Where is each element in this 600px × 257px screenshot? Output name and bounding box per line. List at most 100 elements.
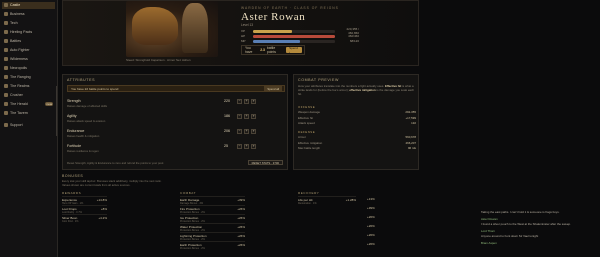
attribute-row-endurance: Endurance Raises health & mitigation 206 − +… [67, 128, 285, 141]
offense-value: 292-355 [405, 110, 416, 114]
increase-button[interactable]: + [244, 113, 249, 119]
sidebar-item-label: The Tavern [10, 111, 28, 116]
defense-value: 466,207 [405, 140, 416, 145]
sidebar-item-necropolis[interactable]: Necropolis [2, 65, 55, 73]
attribute-description: Raises damage of affected skills [67, 103, 108, 108]
sidebar-item-support[interactable]: Support [2, 121, 55, 129]
decrease-button[interactable]: − [237, 113, 242, 119]
max-button[interactable]: » [251, 143, 256, 149]
decrease-button[interactable]: − [237, 128, 242, 134]
increase-button[interactable]: + [244, 128, 249, 134]
battle-icon [4, 39, 8, 44]
hero-level: Level 13 [241, 23, 254, 27]
combat-desc-bold-2: effective mitigation [349, 87, 376, 92]
chat-author[interactable]: Aster Rowan [481, 217, 498, 221]
chat-author[interactable]: Lord Thorn [481, 229, 495, 233]
spend-all-button[interactable]: Spend all [264, 86, 282, 91]
sidebar-item-business[interactable]: Business [2, 11, 55, 19]
defense-label: Armor [298, 135, 306, 139]
defense-row: Effective mitigation 466,207 [298, 141, 416, 145]
bonus-value-extra: +26% [367, 233, 375, 237]
sidebar-scrollbar[interactable] [55, 86, 57, 136]
sidebar-item-label: Wilderness [10, 57, 28, 62]
attribute-description: Raises attack speed & evasion [67, 118, 106, 123]
sidebar-item-the-realms[interactable]: The Realms [2, 83, 55, 91]
bonus-value: +26% [237, 243, 245, 247]
hero-bar-mp: MP 68/120 [241, 39, 359, 43]
sidebar-item-wilderness[interactable]: Wilderness [2, 56, 55, 64]
realms-icon [4, 84, 8, 89]
bonus-column-head: REWARDS [62, 191, 82, 195]
sidebar-item-the-herald[interactable]: The Herald new [2, 101, 55, 109]
bonus-value-extra: +26% [367, 215, 375, 219]
bar-fill [253, 39, 300, 43]
hero-subtitle: WARDEN OF EARTH · CLASS OF REIGNS [241, 6, 339, 10]
bonus-value-extra: +39% [367, 206, 375, 210]
sidebar-item-hireling-pacts[interactable]: Hireling Pacts [2, 29, 55, 37]
max-button[interactable]: » [251, 113, 256, 119]
business-icon [4, 12, 8, 17]
sidebar-item-crusher[interactable]: Crusher [2, 92, 55, 100]
bonus-row: Loot Drops Loot Rarity · 0.7% +8% [62, 205, 107, 214]
increase-button[interactable]: + [244, 98, 249, 104]
increase-button[interactable]: + [244, 143, 249, 149]
bar-label: MP [241, 39, 246, 43]
bonuses-section: BONUSES Every stat your skill tap/rez. B… [62, 174, 419, 257]
attribute-value: 206 [224, 129, 230, 133]
max-button[interactable]: » [251, 98, 256, 104]
offense-label: Attack speed [298, 121, 315, 125]
bar-value: 68/120 [349, 39, 359, 43]
bonus-row: Life per Hit Restoration · 1% +1.28% [298, 196, 356, 205]
bonus-value: +26% [237, 225, 245, 229]
sidebar-item-label: Crusher [10, 93, 23, 98]
defense-label: Max battle length [298, 146, 321, 150]
attributes-footer: Reset Strength, Agility & Endurance to z… [67, 161, 165, 165]
bonus-value: +8% [100, 207, 107, 211]
sidebar-item-label: Necropolis [10, 66, 27, 71]
new-badge: new [45, 102, 53, 107]
offense-label: Weapon damage [298, 110, 320, 114]
sidebar-item-label: Castle [10, 3, 21, 8]
attributes-panel: ATTRIBUTES You have 22 battle points to … [62, 74, 288, 170]
max-button[interactable]: » [251, 128, 256, 134]
bonus-source: Restoration · 1% [298, 201, 317, 205]
bar-fill [253, 34, 335, 38]
hero-name: Aster Rowan [241, 11, 306, 23]
attribute-name: Fortitude [67, 144, 82, 148]
spend-battle-points-button[interactable]: Spend › [286, 46, 302, 54]
sidebar-item-tech[interactable]: Tech [2, 20, 55, 28]
battle-points-value: 2.3 [260, 48, 265, 52]
wilderness-icon [4, 57, 8, 62]
sidebar-item-battles[interactable]: Battles [2, 38, 55, 46]
unspent-points-banner: You have 22 battle points to spend Spend… [67, 85, 285, 92]
bonus-value: +14.8% [96, 198, 107, 202]
offense-value: +17,599 [405, 115, 416, 120]
bonus-column-head: RECOVERY [298, 191, 320, 195]
hero-caption: Steed: Stronghold Caparison · Armor Set:… [126, 58, 191, 62]
sidebar: Castle Business Tech Hireling Pacts Battles A… [0, 0, 58, 257]
support-icon [4, 122, 8, 127]
chat-author[interactable]: Bram Aspen [481, 241, 497, 245]
sidebar-item-auto-fighter[interactable]: Auto Fighter [2, 47, 55, 55]
sidebar-item-label: The Ranging [10, 75, 31, 80]
decrease-button[interactable]: − [237, 143, 242, 149]
decrease-button[interactable]: − [237, 98, 242, 104]
bar-label: XP [241, 29, 246, 33]
attribute-name: Agility [67, 114, 77, 118]
unspent-points-text: You have 22 battle points to spend [71, 86, 119, 91]
combat-preview-title: COMBAT PREVIEW [298, 78, 340, 82]
reset-stats-button[interactable]: RESET STATS · 3700 [247, 160, 283, 165]
attribute-description: Raises health & mitigation [67, 133, 100, 138]
bonus-row: Lightning Protection Protection Bonus · 2… [180, 232, 245, 241]
defense-row: Armor 560,678 [298, 135, 416, 139]
offense-row: Weapon damage 292-355 [298, 110, 416, 114]
necropolis-icon [4, 66, 8, 71]
attribute-name: Endurance [67, 129, 85, 133]
sidebar-item-castle[interactable]: Castle [2, 1, 55, 9]
attribute-value: 186 [224, 114, 230, 118]
offense-label: Effective hit [298, 115, 313, 120]
bonus-value-extra: +13% [367, 197, 375, 201]
sidebar-item-the-ranging[interactable]: The Ranging [2, 74, 55, 82]
bar-value: 460/460 [348, 34, 359, 38]
sidebar-item-the-tavern[interactable]: The Tavern [2, 110, 55, 118]
